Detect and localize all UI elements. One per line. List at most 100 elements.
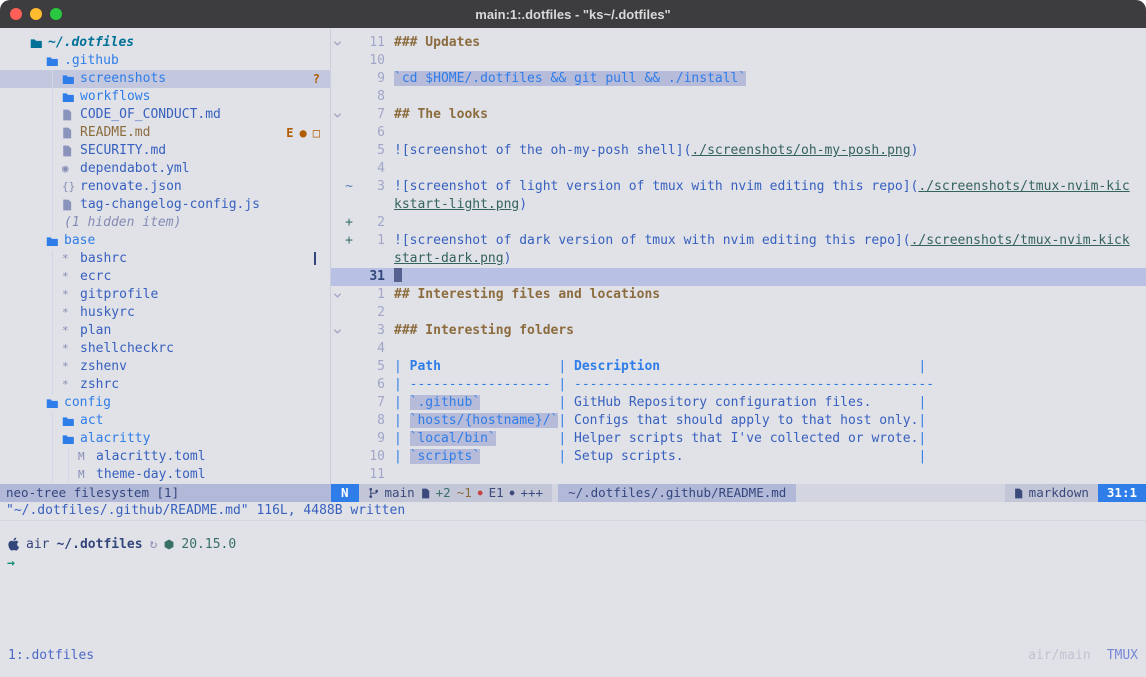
fold-open-icon[interactable] <box>331 34 343 52</box>
tmux-window-tab[interactable]: 1:.dotfiles <box>8 648 94 663</box>
editor-line[interactable]: 10 <box>331 52 1146 70</box>
text-segment: | <box>558 431 574 446</box>
editor-line[interactable]: 1## Interesting files and locations <box>331 286 1146 304</box>
tree-item-label: base <box>64 232 95 250</box>
editor-line[interactable]: 9`cd $HOME/.dotfiles && git pull && ./in… <box>331 70 1146 88</box>
fold-open-icon[interactable] <box>331 286 343 304</box>
tmux-pane-shell[interactable]: air ~/.dotfiles ↻ 20.15.0 → <box>0 520 1146 645</box>
editor-line[interactable]: 4 <box>331 340 1146 358</box>
folder-icon <box>62 416 78 427</box>
indent-guide <box>46 430 62 448</box>
text-segment: ![screenshot of light version of tmux wi… <box>394 179 918 194</box>
tree-item-tag-changelog-config-js[interactable]: tag-changelog-config.js <box>0 196 330 214</box>
editor-line[interactable]: 4 <box>331 160 1146 178</box>
tree-item-readme-md[interactable]: README.mdE●□ <box>0 124 330 142</box>
editor-line[interactable]: 5![screenshot of the oh-my-posh shell](.… <box>331 142 1146 160</box>
git-sign <box>343 52 355 70</box>
tree-item-ecrc[interactable]: *ecrc <box>0 268 330 286</box>
tree-item-bashrc[interactable]: *bashrc <box>0 250 330 268</box>
close-icon[interactable] <box>10 8 22 20</box>
editor-line[interactable]: 7## The looks <box>331 106 1146 124</box>
tree-item-theme-day-toml[interactable]: Mtheme-day.toml <box>0 466 330 484</box>
editor-line[interactable]: 5| Path | Description | <box>331 358 1146 376</box>
tree-item-github[interactable]: .github <box>0 52 330 70</box>
tree-item-code-of-conduct-md[interactable]: CODE_OF_CONDUCT.md <box>0 106 330 124</box>
status-badge: □ <box>313 124 320 142</box>
zoom-icon[interactable] <box>50 8 62 20</box>
tree-item-label: bashrc <box>80 250 127 268</box>
editor-line[interactable]: 8| `hosts/{hostname}/`| Configs that sho… <box>331 412 1146 430</box>
line-number: 7 <box>355 106 394 124</box>
editor-cursor-line[interactable]: 31 <box>331 268 1146 286</box>
tree-item-huskyrc[interactable]: *huskyrc <box>0 304 330 322</box>
diff-added-count: +2 <box>436 484 451 502</box>
editor-line[interactable]: +2 <box>331 214 1146 232</box>
indent-guide <box>30 214 46 232</box>
line-text: | `scripts` | Setup scripts. | <box>394 448 1146 466</box>
tree-item-zshrc[interactable]: *zshrc <box>0 376 330 394</box>
tree-item-label: gitprofile <box>80 286 158 304</box>
line-text: ### Updates <box>394 34 1146 52</box>
editor-line[interactable]: 11 <box>331 466 1146 484</box>
text-segment: | <box>394 449 410 464</box>
terminal-window: main:1:.dotfiles - "ks~/.dotfiles" ~/.do… <box>0 0 1146 677</box>
rc-icon: * <box>62 322 78 340</box>
line-number: 6 <box>355 124 394 142</box>
indent-guide <box>30 142 46 160</box>
editor-line[interactable]: 11### Updates <box>331 34 1146 52</box>
tree-item-shellcheckrc[interactable]: *shellcheckrc <box>0 340 330 358</box>
tree-item-renovate-json[interactable]: {}renovate.json <box>0 178 330 196</box>
editor-line[interactable]: 3### Interesting folders <box>331 322 1146 340</box>
indent-guide <box>46 70 62 88</box>
tree-item-zshenv[interactable]: *zshenv <box>0 358 330 376</box>
tree-item-label: (1 hidden item) <box>64 214 181 232</box>
git-status-badges: E●□ <box>286 124 320 142</box>
fold-open-icon[interactable] <box>331 322 343 340</box>
editor-pane[interactable]: 11### Updates109`cd $HOME/.dotfiles && g… <box>331 28 1146 484</box>
tree-item-label: SECURITY.md <box>80 142 166 160</box>
tree-item-dependabot-yml[interactable]: ◉dependabot.yml <box>0 160 330 178</box>
editor-line[interactable]: 2 <box>331 304 1146 322</box>
tree-item-workflows[interactable]: workflows <box>0 88 330 106</box>
editor-line[interactable]: +1![screenshot of dark version of tmux w… <box>331 232 1146 250</box>
fold-column <box>331 178 343 196</box>
tree-item-screenshots[interactable]: screenshots? <box>0 70 330 88</box>
tree-item-security-md[interactable]: SECURITY.md <box>0 142 330 160</box>
git-sign <box>343 304 355 322</box>
apple-icon <box>7 537 19 551</box>
tree-item-alacritty-toml[interactable]: Malacritty.toml <box>0 448 330 466</box>
text-segment: ### Updates <box>394 35 480 50</box>
editor-line[interactable]: 10| `scripts` | Setup scripts. | <box>331 448 1146 466</box>
tree-item-alacritty[interactable]: alacritty <box>0 430 330 448</box>
git-sign: ~ <box>343 178 355 196</box>
tree-item-label: workflows <box>80 88 150 106</box>
text-segment <box>441 359 558 374</box>
fold-column <box>331 70 343 88</box>
editor-line[interactable]: kstart-light.png) <box>331 196 1146 214</box>
text-segment: | <box>918 359 926 374</box>
line-text: start-dark.png) <box>394 250 1146 268</box>
editor-line[interactable]: 7| `.github` | GitHub Repository configu… <box>331 394 1146 412</box>
text-segment: ) <box>911 143 919 158</box>
fold-open-icon[interactable] <box>331 106 343 124</box>
editor-line[interactable]: 9| `local/bin` | Helper scripts that I'v… <box>331 430 1146 448</box>
indent-guide <box>46 250 62 268</box>
editor-line[interactable]: 6 <box>331 124 1146 142</box>
line-text <box>394 304 1146 322</box>
shell-prompt: air ~/.dotfiles ↻ 20.15.0 <box>7 535 1146 553</box>
tree-item-base[interactable]: base <box>0 232 330 250</box>
editor-line[interactable]: 8 <box>331 88 1146 106</box>
tree-item-plan[interactable]: *plan <box>0 322 330 340</box>
git-sign <box>343 106 355 124</box>
minimize-icon[interactable] <box>30 8 42 20</box>
tree-item-dotfiles[interactable]: ~/.dotfiles <box>0 34 330 52</box>
tree-item-gitprofile[interactable]: *gitprofile <box>0 286 330 304</box>
tree-item-config[interactable]: config <box>0 394 330 412</box>
shell-input-line[interactable]: → <box>7 555 1146 573</box>
tree-item-1-hidden-item[interactable]: (1 hidden item) <box>0 214 330 232</box>
tree-item-act[interactable]: act <box>0 412 330 430</box>
editor-line[interactable]: start-dark.png) <box>331 250 1146 268</box>
text-segment: | <box>394 395 410 410</box>
editor-line[interactable]: 6| ------------------ | ----------------… <box>331 376 1146 394</box>
editor-line[interactable]: ~3![screenshot of light version of tmux … <box>331 178 1146 196</box>
